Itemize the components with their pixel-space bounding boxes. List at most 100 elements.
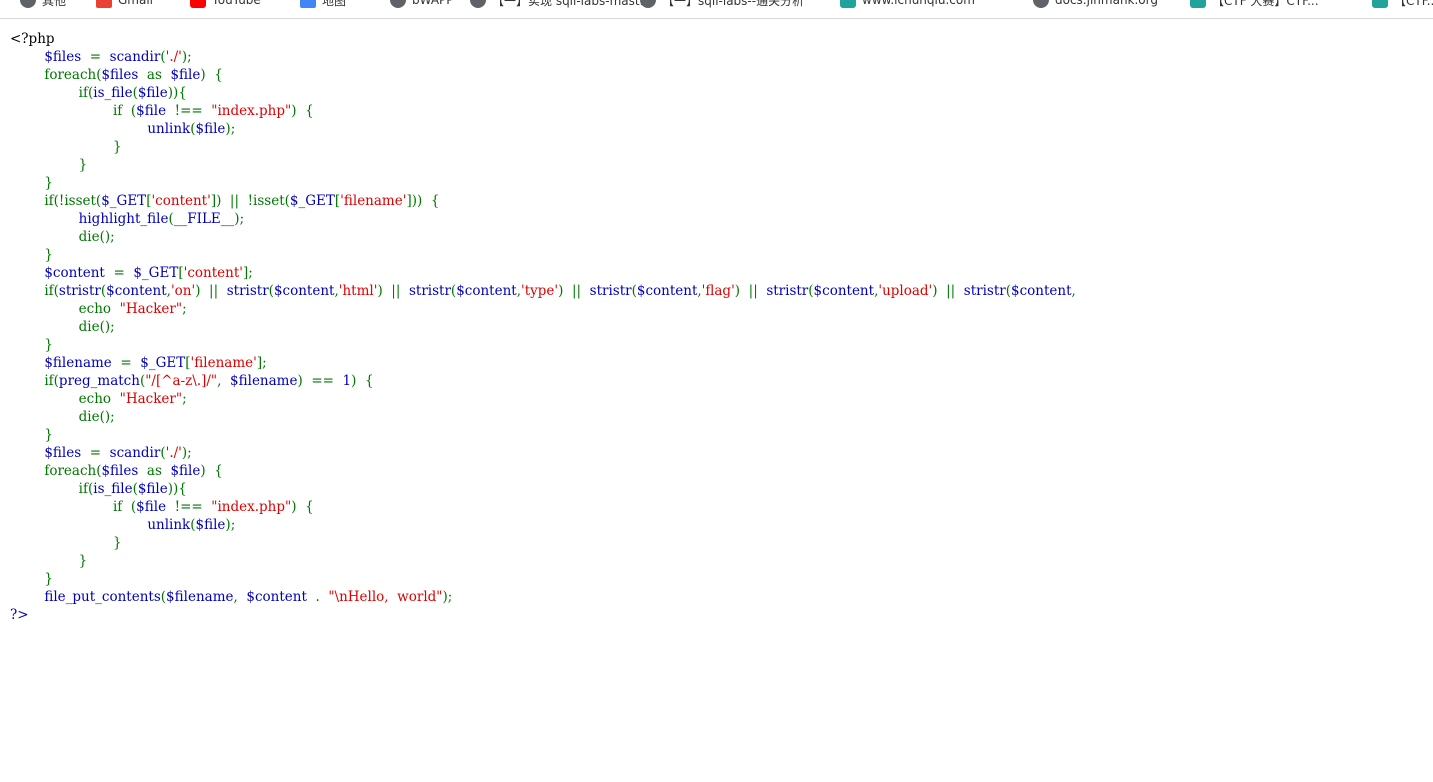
code-token: 1 bbox=[342, 373, 352, 389]
code-token: preg_match bbox=[58, 373, 140, 389]
code-token: ) || bbox=[195, 283, 227, 299]
code-line: if(preg_match("/[^a-z\.]/", $filename) =… bbox=[10, 372, 1433, 390]
code-token: ) { bbox=[200, 67, 223, 83]
bookmark-item[interactable]: 【一】sqli-labs--通关分析 bbox=[640, 0, 804, 9]
code-token: ); bbox=[442, 589, 453, 605]
code-token: $content bbox=[106, 283, 167, 299]
code-token: 'type' bbox=[521, 283, 559, 299]
bookmark-item[interactable]: 【CTF... bbox=[1372, 0, 1433, 9]
code-token: ) { bbox=[200, 463, 223, 479]
code-line: if ($file !== "index.php") { bbox=[10, 102, 1433, 120]
code-token: $_GET bbox=[289, 193, 335, 209]
code-token: $content bbox=[1011, 283, 1072, 299]
youtube-icon bbox=[190, 0, 206, 8]
code-token: "Hacker" bbox=[119, 301, 183, 317]
code-line: die(); bbox=[10, 408, 1433, 426]
code-token: if( bbox=[10, 481, 94, 497]
code-line: highlight_file(__FILE__); bbox=[10, 210, 1433, 228]
code-token: )){ bbox=[167, 481, 187, 497]
code-token: ) || bbox=[734, 283, 767, 299]
code-line: } bbox=[10, 174, 1433, 192]
code-token: ) || bbox=[377, 283, 409, 299]
code-token: './' bbox=[165, 445, 182, 461]
code-token: = bbox=[81, 49, 110, 65]
code-token: stristr bbox=[58, 283, 101, 299]
code-token: $files bbox=[44, 445, 82, 461]
code-token: if( bbox=[10, 373, 59, 389]
bookmark-label: 【一】sqli-labs--通关分析 bbox=[662, 0, 805, 8]
code-token: if(!isset( bbox=[10, 193, 102, 209]
code-token: $content bbox=[273, 283, 335, 299]
code-token: $filename bbox=[44, 355, 121, 371]
code-token: ?> bbox=[10, 607, 29, 623]
php-source-code: <?php $files = scandir('./'); foreach($f… bbox=[10, 30, 1433, 624]
code-token: ; bbox=[182, 391, 187, 407]
code-token: stristr bbox=[408, 283, 451, 299]
code-line: echo "Hacker"; bbox=[10, 390, 1433, 408]
bookmark-item[interactable]: 【CTF 大赛】CTF... bbox=[1190, 0, 1319, 9]
code-line: foreach($files as $file) { bbox=[10, 462, 1433, 480]
code-line: if(stristr($content,'on') || stristr($co… bbox=[10, 282, 1433, 300]
code-line: } bbox=[10, 246, 1433, 264]
code-token: } bbox=[10, 157, 88, 173]
code-token: ])) { bbox=[406, 193, 440, 209]
code-token: } bbox=[10, 553, 88, 569]
code-token: ) || bbox=[932, 283, 964, 299]
code-token: } bbox=[10, 427, 53, 443]
code-line: foreach($files as $file) { bbox=[10, 66, 1433, 84]
code-token: } bbox=[10, 139, 122, 155]
code-token: $file bbox=[137, 85, 168, 101]
code-line: } bbox=[10, 156, 1433, 174]
code-line: } bbox=[10, 426, 1433, 444]
bookmark-item[interactable]: docs.jinmahk.org bbox=[1033, 0, 1158, 9]
bookmark-label: YouTube bbox=[212, 0, 261, 7]
code-line: unlink($file); bbox=[10, 120, 1433, 138]
bookmark-item[interactable]: 其他 bbox=[20, 0, 66, 9]
code-token: ); bbox=[181, 445, 192, 461]
code-token: ); bbox=[181, 49, 192, 65]
code-token: . bbox=[315, 589, 329, 605]
bookmark-item[interactable]: Gmail bbox=[96, 0, 153, 9]
bookmark-label: docs.jinmahk.org bbox=[1055, 0, 1158, 7]
bookmark-label: bWAPP bbox=[412, 0, 454, 7]
code-token: } bbox=[10, 247, 53, 263]
code-token: scandir bbox=[109, 445, 161, 461]
bookmark-icon bbox=[1190, 0, 1206, 8]
bookmark-item[interactable]: 地图 bbox=[300, 0, 346, 9]
globe-icon bbox=[390, 0, 406, 8]
code-token: ); bbox=[225, 121, 236, 137]
bookmark-icon bbox=[1372, 0, 1388, 8]
code-token: foreach( bbox=[10, 463, 102, 479]
code-line: } bbox=[10, 552, 1433, 570]
bookmark-item[interactable]: bWAPP bbox=[390, 0, 454, 9]
code-line: if(!isset($_GET['content']) || !isset($_… bbox=[10, 192, 1433, 210]
code-line: die(); bbox=[10, 318, 1433, 336]
code-token: !== bbox=[174, 103, 212, 119]
bookmark-item[interactable]: www.ichunqiu.com bbox=[840, 0, 975, 9]
code-token: is_file bbox=[93, 481, 133, 497]
bookmark-label: 【CTF... bbox=[1394, 0, 1433, 8]
code-token: } bbox=[10, 175, 53, 191]
code-token: } bbox=[10, 337, 53, 353]
code-token: 'filename' bbox=[190, 355, 257, 371]
code-token: is_file bbox=[93, 85, 133, 101]
code-token: ) { bbox=[351, 373, 374, 389]
code-token: if( bbox=[10, 283, 59, 299]
code-token: file_put_contents bbox=[44, 589, 161, 605]
code-token: $_GET bbox=[101, 193, 147, 209]
code-token: stristr bbox=[226, 283, 269, 299]
code-token: , bbox=[233, 589, 247, 605]
code-token: as bbox=[146, 463, 171, 479]
code-token: !== bbox=[174, 499, 212, 515]
code-token: "index.php" bbox=[211, 103, 292, 119]
code-token: ) == bbox=[297, 373, 343, 389]
code-token: = bbox=[120, 355, 141, 371]
bookmark-item[interactable]: 【一】实现 sqli-labs-mast... bbox=[470, 0, 651, 9]
bookmark-item[interactable]: YouTube bbox=[190, 0, 261, 9]
code-line: $files = scandir('./'); bbox=[10, 444, 1433, 462]
code-token: "Hacker" bbox=[119, 391, 183, 407]
